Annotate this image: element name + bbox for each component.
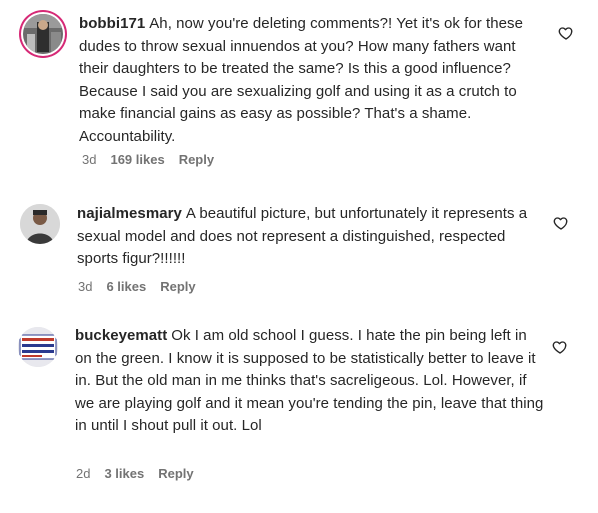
comment-likes[interactable]: 6 likes [106,279,146,294]
heart-outline-icon[interactable] [553,215,569,231]
comment-text-block: buckeyematt Ok I am old school I guess. I… [75,325,547,438]
comment-likes[interactable]: 169 likes [110,152,164,167]
comment-username[interactable]: najialmesmary [77,205,182,222]
comment-text: Ah, now you're deleting comments?! Yet i… [79,15,523,145]
comment-text-block: bobbi171 Ah, now you're deleting comments… [79,13,549,149]
user-avatar-icon [18,327,58,367]
comment-time[interactable]: 3d [82,152,96,167]
user-avatar-icon [23,14,63,54]
heart-outline-icon[interactable] [552,339,568,355]
comment-username[interactable]: buckeyematt [75,327,167,344]
comment-text-block: najialmesmary A beautiful picture, but un… [77,203,547,271]
comment-meta: 3d 6 likes Reply [78,279,210,294]
avatar[interactable] [20,204,60,244]
reply-button[interactable]: Reply [158,466,193,481]
comment-meta: 2d 3 likes Reply [76,466,208,481]
comment-username[interactable]: bobbi171 [79,15,145,32]
comment-meta: 3d 169 likes Reply [82,152,228,167]
comment-item: bobbi171 Ah, now you're deleting comments… [0,0,598,180]
reply-button[interactable]: Reply [179,152,214,167]
comment-likes[interactable]: 3 likes [104,466,144,481]
comment-time[interactable]: 2d [76,466,90,481]
reply-button[interactable]: Reply [160,279,195,294]
comment-item: najialmesmary A beautiful picture, but un… [0,190,598,310]
avatar[interactable] [23,14,63,54]
comment-time[interactable]: 3d [78,279,92,294]
user-avatar-icon [20,204,60,244]
avatar[interactable] [18,327,58,367]
comment-item: buckeyematt Ok I am old school I guess. I… [0,315,598,505]
heart-outline-icon[interactable] [558,25,574,41]
